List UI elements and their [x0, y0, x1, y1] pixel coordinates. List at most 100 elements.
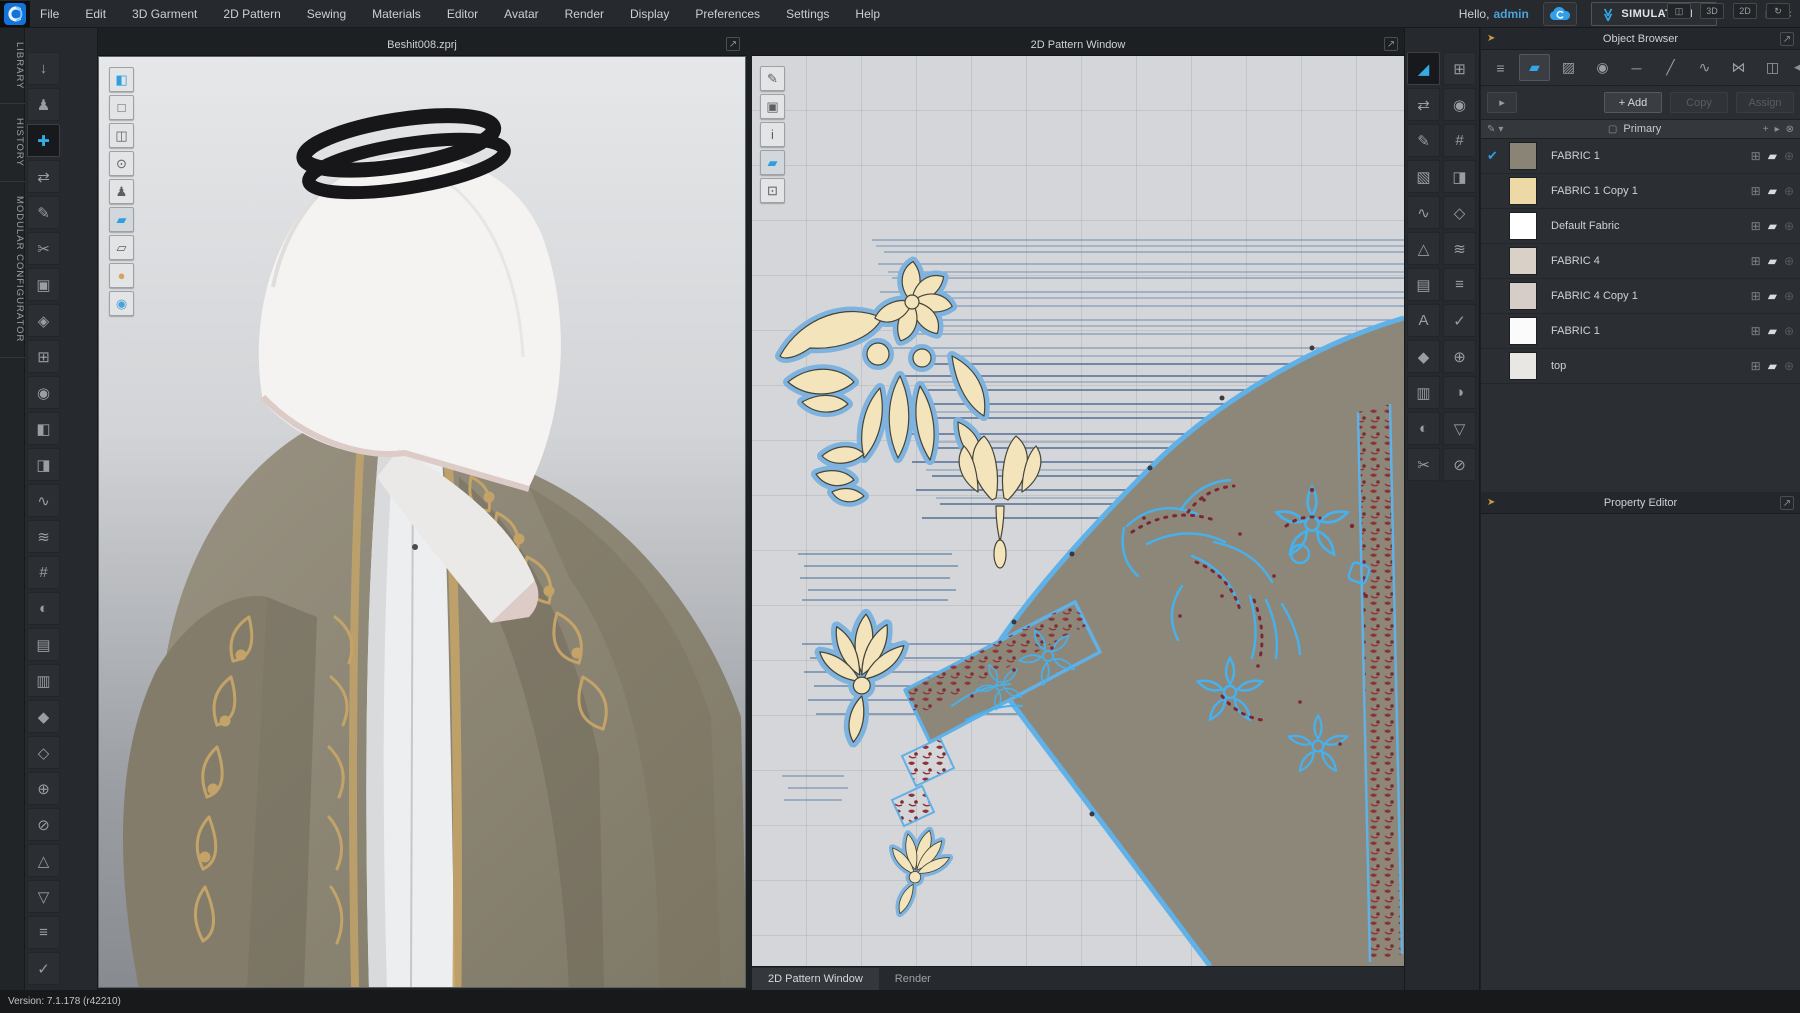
pattern-piece-ornament-fan[interactable]	[820, 614, 904, 742]
view-3d-button[interactable]: 3D	[1700, 3, 1724, 19]
fabric-add-icon[interactable]: ⊞	[1751, 184, 1761, 198]
tool-add-point[interactable]: ◉	[1443, 88, 1476, 121]
toggle-avatar-skin[interactable]: ●	[109, 263, 134, 288]
tool-pleat[interactable]: ◇	[1443, 196, 1476, 229]
add-button[interactable]: + Add	[1604, 92, 1662, 113]
fabric-name[interactable]: top	[1551, 360, 1751, 372]
section-delete[interactable]: ⊗	[1786, 124, 1794, 135]
fabric-clone-icon[interactable]: ⊕	[1784, 254, 1794, 268]
fabric-row[interactable]: FABRIC 1 Copy 1 ⊞ ▰ ⊕	[1481, 174, 1800, 209]
tool-garment[interactable]: ▣	[27, 268, 60, 301]
view-2d-button[interactable]: 2D	[1733, 3, 1757, 19]
popout-icon[interactable]: ↗	[726, 37, 740, 51]
tool-grid[interactable]: #	[27, 556, 60, 589]
fabric-swatch[interactable]	[1509, 212, 1537, 240]
split-view-button[interactable]: ◫	[1667, 3, 1691, 19]
fabric-sheet-icon[interactable]: ▰	[1768, 149, 1777, 163]
fabric-swatch[interactable]	[1509, 247, 1537, 275]
toggle-lock-pattern[interactable]: ⊡	[760, 178, 785, 203]
tool-text[interactable]: A	[1407, 304, 1440, 337]
ob-tab-button[interactable]: ◉	[1587, 54, 1618, 81]
pattern-piece-fragments[interactable]	[892, 738, 954, 826]
tool-edit-sewing[interactable]: ✂	[27, 232, 60, 265]
ob-tab-puckering[interactable]: ∿	[1689, 54, 1720, 81]
toggle-show-stitches[interactable]: ✎	[760, 66, 785, 91]
tool-edit-pattern[interactable]: ⊞	[1443, 52, 1476, 85]
tool-pattern[interactable]: ▥	[27, 664, 60, 697]
fabric-add-icon[interactable]: ⊞	[1751, 324, 1761, 338]
assign-button[interactable]: Assign	[1736, 92, 1794, 113]
viewport-3d[interactable]: ◧ □ ◫ ⊙ ♟ ▰	[98, 56, 746, 988]
tool-transform-pattern[interactable]: ◢	[1407, 52, 1440, 85]
tool-edit-curvature[interactable]: ⇄	[1407, 88, 1440, 121]
tool-lower-2d[interactable]: ▽	[1443, 412, 1476, 445]
menu-item[interactable]: Display	[630, 7, 669, 21]
menu-item[interactable]: Help	[855, 7, 880, 21]
tool-buttonhole[interactable]: ◇	[27, 736, 60, 769]
tool-button[interactable]: ◆	[27, 700, 60, 733]
tool-list[interactable]: ≡	[27, 916, 60, 949]
popout-icon[interactable]: ↗	[1780, 32, 1794, 46]
fabric-name[interactable]: FABRIC 4	[1551, 255, 1751, 267]
fabric-sheet-icon[interactable]: ▰	[1768, 184, 1777, 198]
tool-zipper[interactable]: ⊕	[27, 772, 60, 805]
tool-avatar-move[interactable]: ♟	[27, 88, 60, 121]
tool-pin[interactable]: ⊞	[27, 340, 60, 373]
ob-tab-list[interactable]: ≡	[1485, 54, 1516, 81]
toggle-show-fabric-2d[interactable]: ▰	[760, 150, 785, 175]
tool-raise[interactable]: △	[27, 844, 60, 877]
tool-pen-3d[interactable]: ✎	[27, 196, 60, 229]
tool-shirring-2d[interactable]: ∿	[1407, 196, 1440, 229]
clo-cloud-icon[interactable]	[1543, 2, 1577, 26]
fabric-swatch[interactable]	[1509, 352, 1537, 380]
section-caret-icon[interactable]: ▾	[1498, 124, 1503, 135]
menu-item[interactable]: Avatar	[504, 7, 538, 21]
tool-pattern-list[interactable]: ≡	[1443, 268, 1476, 301]
tool-select-mesh[interactable]: ⇄	[27, 160, 60, 193]
sync-button[interactable]: ↻	[1766, 3, 1790, 19]
fabric-swatch[interactable]	[1509, 282, 1537, 310]
toggle-environment[interactable]: ◉	[109, 291, 134, 316]
ob-tab-fold[interactable]: ◫	[1757, 54, 1788, 81]
menu-item[interactable]: Edit	[85, 7, 106, 21]
tool-shade[interactable]: ◐	[27, 592, 60, 625]
fabric-sheet-icon[interactable]: ▰	[1768, 324, 1777, 338]
fabric-clone-icon[interactable]: ⊕	[1784, 149, 1794, 163]
folder-button[interactable]: ▸	[1487, 92, 1517, 113]
pattern-piece-ornament-main[interactable]	[780, 260, 985, 502]
tool-comb[interactable]: ▥	[1407, 376, 1440, 409]
fabric-clone-icon[interactable]: ⊕	[1784, 219, 1794, 233]
fabric-row[interactable]: FABRIC 4 ⊞ ▰ ⊕	[1481, 244, 1800, 279]
toggle-show-garment-2d[interactable]: ▣	[760, 94, 785, 119]
tool-lower[interactable]: ▽	[27, 880, 60, 913]
fabric-clone-icon[interactable]: ⊕	[1784, 184, 1794, 198]
fabric-add-icon[interactable]: ⊞	[1751, 254, 1761, 268]
fabric-sheet-icon[interactable]: ▰	[1768, 254, 1777, 268]
fabric-row[interactable]: top ⊞ ▰ ⊕	[1481, 349, 1800, 384]
fabric-add-icon[interactable]: ⊞	[1751, 359, 1761, 373]
fabric-sheet-icon[interactable]: ▰	[1768, 219, 1777, 233]
toggle-pattern-info[interactable]: i	[760, 122, 785, 147]
ob-tab-trim[interactable]: ▨	[1553, 54, 1584, 81]
fabric-row[interactable]: ✔ FABRIC 1 ⊞ ▰ ⊕	[1481, 139, 1800, 174]
tool-dart[interactable]: ▧	[1407, 160, 1440, 193]
fabric-name[interactable]: FABRIC 1 Copy 1	[1551, 185, 1751, 197]
ob-tab-topstitch[interactable]: ─	[1621, 54, 1652, 81]
fabric-row[interactable]: FABRIC 4 Copy 1 ⊞ ▰ ⊕	[1481, 279, 1800, 314]
menu-item[interactable]: Sewing	[307, 7, 346, 21]
username[interactable]: admin	[1493, 7, 1528, 21]
dock-pin-icon[interactable]: ➤	[1487, 497, 1495, 508]
menu-item[interactable]: Materials	[372, 7, 421, 21]
viewport-2d[interactable]: ✎ ▣ i ▰ ⊡	[752, 56, 1404, 966]
popout-icon[interactable]: ↗	[1384, 37, 1398, 51]
menu-item[interactable]: 2D Pattern	[223, 7, 280, 21]
fabric-clone-icon[interactable]: ⊕	[1784, 289, 1794, 303]
tool-zipper-2d[interactable]: ⊕	[1443, 340, 1476, 373]
tool-segment-sewing[interactable]: ◈	[27, 304, 60, 337]
menu-item[interactable]: Preferences	[695, 7, 760, 21]
section-folder[interactable]: ▸	[1775, 124, 1780, 135]
fabric-name[interactable]: FABRIC 1	[1551, 325, 1751, 337]
menu-item[interactable]: File	[40, 7, 59, 21]
tool-disable[interactable]: ⊘	[1443, 448, 1476, 481]
toggle-show-sewing[interactable]: ⊙	[109, 151, 134, 176]
